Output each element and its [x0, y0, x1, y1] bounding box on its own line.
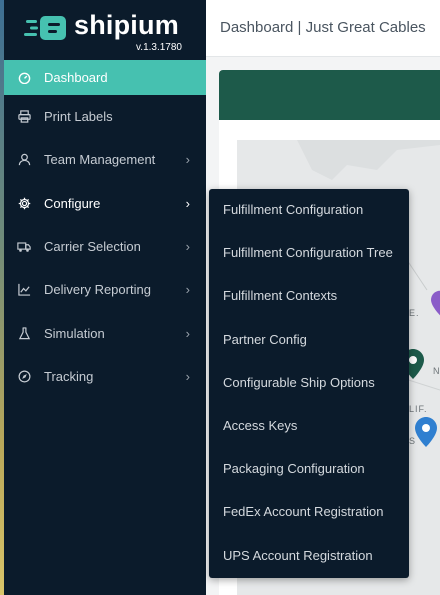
shipium-logo-icon: [24, 16, 66, 40]
submenu-item-fulfillment-contexts[interactable]: Fulfillment Contexts: [209, 274, 409, 317]
sidebar-item-team-management[interactable]: Team Management ›: [4, 138, 206, 181]
sidebar-item-label: Team Management: [44, 152, 156, 168]
submenu-item-packaging-configuration[interactable]: Packaging Configuration: [209, 447, 409, 490]
sidebar-item-label: Tracking: [44, 368, 94, 384]
submenu-item-fulfillment-configuration[interactable]: Fulfillment Configuration: [209, 188, 409, 231]
chart-icon: [17, 283, 31, 297]
map-pin-purple-icon[interactable]: [431, 290, 440, 316]
chevron-right-icon: ›: [185, 152, 190, 168]
chevron-right-icon: ›: [185, 368, 190, 384]
dashboard-card-header: [219, 70, 440, 120]
sidebar-item-tracking[interactable]: Tracking ›: [4, 355, 206, 398]
submenu-item-partner-config[interactable]: Partner Config: [209, 318, 409, 361]
map-pin-blue-icon[interactable]: [415, 417, 437, 447]
chevron-right-icon: ›: [185, 282, 190, 298]
chevron-right-icon: ›: [185, 325, 190, 341]
map-label: LIF.: [409, 404, 428, 414]
submenu-item-fedex-account-registration[interactable]: FedEx Account Registration: [209, 490, 409, 533]
sidebar-item-carrier-selection[interactable]: Carrier Selection ›: [4, 225, 206, 268]
sidebar-item-label: Delivery Reporting: [44, 282, 151, 298]
sidebar-item-label: Carrier Selection: [44, 239, 141, 255]
submenu-item-configurable-ship-options[interactable]: Configurable Ship Options: [209, 361, 409, 404]
page-title: Dashboard | Just Great Cables: [220, 19, 426, 36]
sidebar-item-simulation[interactable]: Simulation ›: [4, 311, 206, 354]
sidebar-nav: Dashboard Print Labels Team Management ›…: [4, 60, 206, 398]
submenu-item-ups-account-registration[interactable]: UPS Account Registration: [209, 534, 409, 577]
submenu-item-fulfillment-configuration-tree[interactable]: Fulfillment Configuration Tree: [209, 231, 409, 274]
person-icon: [17, 153, 31, 167]
brand-name: shipium: [74, 10, 179, 40]
map-label: N: [433, 366, 440, 376]
app-version: v.1.3.1780: [136, 42, 182, 53]
truck-icon: [17, 240, 31, 254]
sidebar-item-label: Simulation: [44, 325, 105, 341]
sidebar-item-delivery-reporting[interactable]: Delivery Reporting ›: [4, 268, 206, 311]
gear-icon: [17, 196, 31, 210]
chevron-right-icon: ›: [185, 195, 190, 211]
brand[interactable]: shipium v.1.3.1780: [4, 0, 206, 60]
submenu-item-access-keys[interactable]: Access Keys: [209, 404, 409, 447]
flask-icon: [17, 326, 31, 340]
compass-icon: [17, 369, 31, 383]
sidebar-item-dashboard[interactable]: Dashboard: [4, 60, 206, 95]
sidebar-item-label: Print Labels: [44, 109, 113, 125]
dashboard-icon: [17, 71, 31, 85]
chevron-right-icon: ›: [185, 239, 190, 255]
sidebar-item-configure[interactable]: Configure ›: [4, 182, 206, 225]
map-label: E.: [409, 308, 420, 318]
printer-icon: [17, 110, 31, 124]
sidebar-item-print-labels[interactable]: Print Labels: [4, 95, 206, 138]
top-header: Dashboard | Just Great Cables: [206, 0, 440, 57]
configure-submenu: Fulfillment Configuration Fulfillment Co…: [209, 189, 409, 578]
sidebar: shipium v.1.3.1780 Dashboard Print Label…: [4, 0, 206, 595]
sidebar-item-label: Dashboard: [44, 70, 108, 85]
sidebar-item-label: Configure: [44, 195, 101, 211]
